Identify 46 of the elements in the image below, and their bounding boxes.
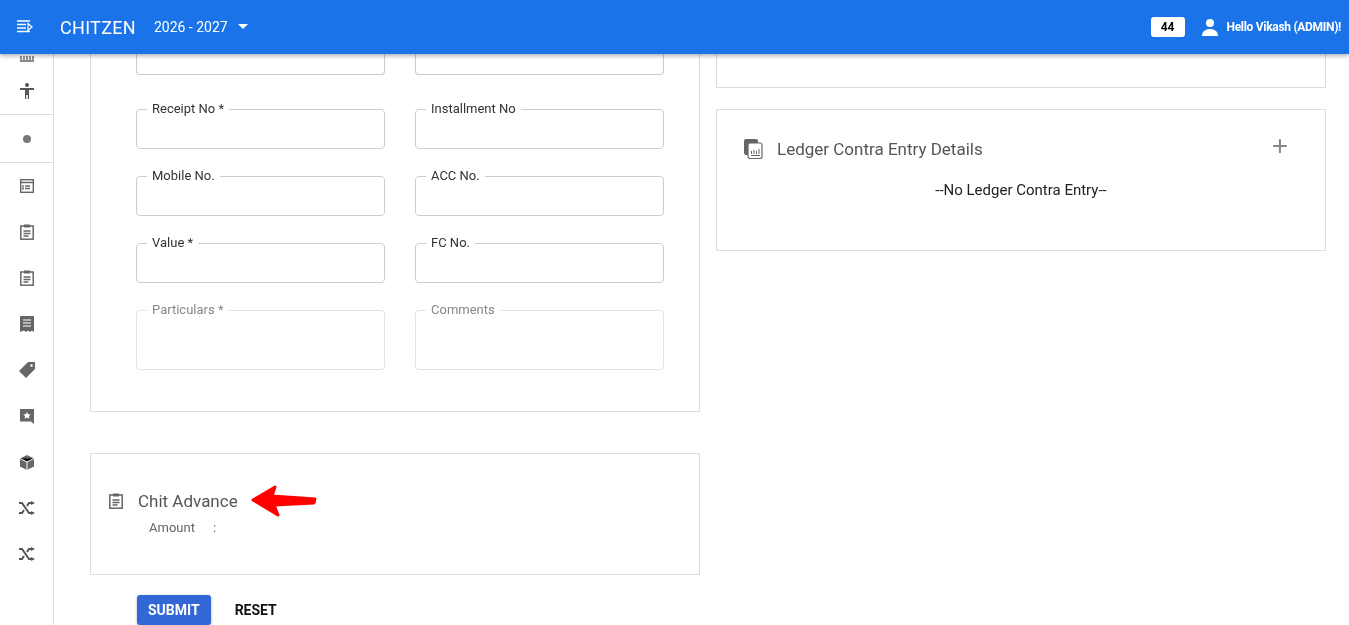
notification-count[interactable]: 44: [1150, 17, 1185, 37]
input-field[interactable]: ACC No.: [415, 169, 664, 216]
section-title: Chit Advance: [138, 491, 238, 511]
section-title: Ledger Contra Entry Details: [777, 139, 983, 159]
dot-icon[interactable]: [22, 134, 31, 143]
field-label: Comments: [430, 303, 496, 317]
shuffle-icon[interactable]: [18, 547, 35, 561]
bank-icon[interactable]: [19, 56, 34, 62]
empty-message: --No Ledger Contra Entry--: [934, 181, 1108, 199]
field-label: Mobile No.: [151, 169, 216, 183]
field-label: ACC No.: [430, 169, 481, 183]
user-icon[interactable]: [1200, 18, 1219, 36]
clipboard-icon[interactable]: [19, 224, 34, 240]
input-field[interactable]: [136, 54, 385, 75]
clipboard-icon: [109, 493, 123, 509]
amount-label: Amount: [149, 520, 195, 535]
person-icon[interactable]: [18, 83, 35, 99]
input-field[interactable]: Value *: [136, 236, 385, 283]
field-label: FC No.: [430, 236, 471, 250]
reset-button[interactable]: RESET: [224, 595, 287, 625]
user-greeting[interactable]: Hello Vikash (ADMIN)!: [1226, 20, 1341, 34]
form-icon[interactable]: [19, 179, 34, 193]
field-label: Installment No: [430, 102, 517, 116]
contact-card-icon[interactable]: [19, 408, 34, 424]
input-field[interactable]: FC No.: [415, 236, 664, 283]
field-label: Receipt No *: [151, 102, 226, 116]
input-field[interactable]: Mobile No.: [136, 169, 385, 216]
field-label: Value *: [151, 236, 195, 250]
amount-separator: :: [212, 520, 217, 535]
cube-icon[interactable]: [19, 454, 34, 470]
add-button[interactable]: +: [1261, 134, 1298, 158]
app-title: CHITZEN: [60, 16, 136, 38]
receipt-icon[interactable]: [19, 316, 34, 332]
menu-icon[interactable]: [16, 19, 34, 35]
input-field[interactable]: Receipt No *: [136, 102, 385, 149]
clipboard-icon[interactable]: [19, 270, 34, 286]
document-icon: [744, 139, 763, 159]
field-label: Particulars *: [151, 303, 225, 317]
submit-button[interactable]: SUBMIT: [137, 595, 211, 625]
pointer-arrow-annotation: [250, 484, 317, 518]
year-selector[interactable]: 2026 - 2027: [153, 19, 248, 35]
caret-icon: [237, 24, 248, 30]
shuffle-icon[interactable]: [18, 501, 35, 515]
input-field[interactable]: Installment No: [415, 102, 664, 149]
tag-icon[interactable]: [18, 362, 35, 378]
input-field[interactable]: [415, 54, 664, 75]
